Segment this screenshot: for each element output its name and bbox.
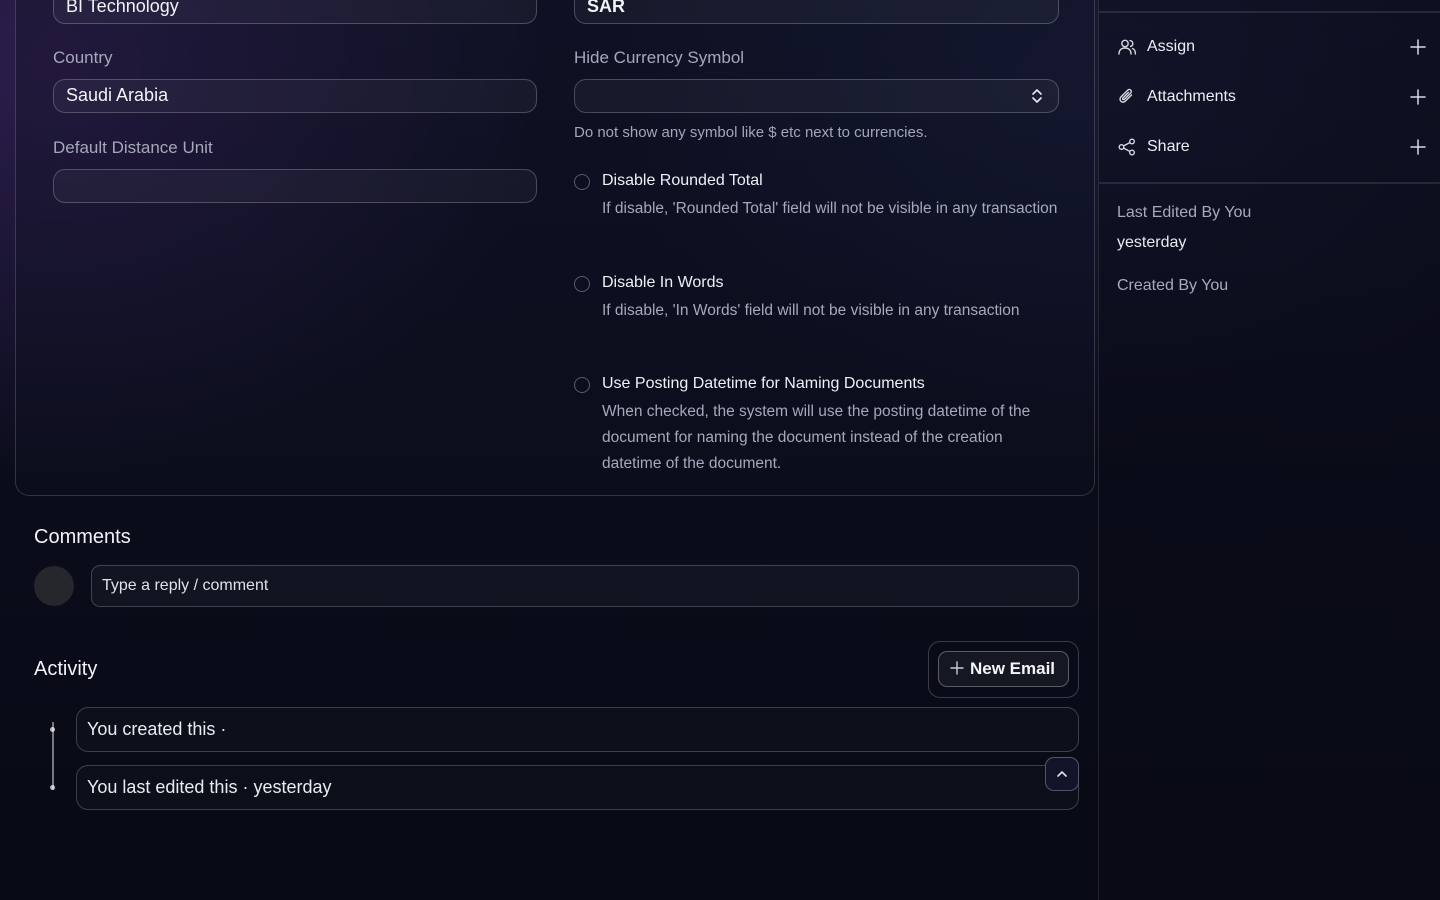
timeline-dot [50, 727, 55, 732]
sidebar-item-label: Share [1147, 138, 1190, 155]
new-email-button[interactable]: New Email [938, 651, 1069, 687]
activity-item: You created this · [76, 707, 1079, 752]
sidebar-divider [1099, 11, 1440, 13]
plus-icon [950, 661, 964, 675]
checkbox[interactable] [574, 377, 590, 393]
currency-value: SAR [587, 0, 626, 16]
checkbox-disable-in-words[interactable]: Disable In Words If disable, 'In Words' … [574, 274, 1064, 354]
country-field[interactable]: Saudi Arabia [53, 79, 537, 113]
checkbox[interactable] [574, 276, 590, 292]
share-icon [1118, 138, 1135, 156]
company-field[interactable]: BI Technology [53, 0, 537, 24]
paperclip-icon [1119, 88, 1133, 103]
chevron-up-icon [1057, 771, 1067, 777]
main-content: BI Technology SAR Country Saudi Arabia D… [0, 0, 1098, 900]
avatar [34, 566, 74, 606]
activity-text: You last edited this · yesterday [87, 777, 332, 797]
plus-icon[interactable] [1409, 138, 1427, 156]
checkbox-description: If disable, 'In Words' field will not be… [602, 302, 1020, 319]
checkbox-description: If disable, 'Rounded Total' field will n… [602, 200, 1058, 217]
sidebar-item-attachments[interactable]: Attachments [1117, 84, 1427, 110]
checkbox-title: Disable In Words [602, 274, 724, 291]
activity-title: Activity [34, 658, 98, 680]
activity-text: You created this · [87, 719, 227, 739]
user-icon [1118, 39, 1137, 55]
hide-currency-select[interactable] [574, 79, 1059, 113]
sidebar-item-assign[interactable]: Assign [1117, 34, 1427, 60]
comment-placeholder: Type a reply / comment [102, 577, 269, 594]
plus-icon[interactable] [1409, 38, 1427, 56]
plus-icon[interactable] [1409, 88, 1427, 106]
sidebar-item-label: Attachments [1147, 88, 1236, 105]
checkbox-description: When checked, the system will use the po… [602, 403, 1031, 472]
last-edited-value: yesterday [1117, 234, 1187, 251]
sidebar-item-share[interactable]: Share [1117, 134, 1427, 160]
hide-currency-help: Do not show any symbol like $ etc next t… [574, 124, 928, 141]
hide-currency-label: Hide Currency Symbol [574, 48, 745, 67]
new-email-button-wrapper: New Email [928, 641, 1079, 698]
currency-field[interactable]: SAR [574, 0, 1059, 24]
country-label: Country [53, 48, 113, 67]
new-email-label: New Email [970, 659, 1056, 678]
checkbox-disable-rounded-total[interactable]: Disable Rounded Total If disable, 'Round… [574, 172, 1064, 252]
comment-input[interactable]: Type a reply / comment [91, 565, 1079, 607]
sidebar-divider [1099, 182, 1440, 184]
checkbox[interactable] [574, 174, 590, 190]
created-label: Created By You [1117, 277, 1229, 294]
activity-item: You last edited this · yesterday [76, 765, 1079, 810]
company-value: BI Technology [66, 0, 179, 16]
timeline-dot [50, 785, 55, 790]
checkbox-title: Use Posting Datetime for Naming Document… [602, 375, 925, 392]
distance-unit-label: Default Distance Unit [53, 138, 213, 157]
distance-unit-field[interactable] [53, 169, 537, 203]
collapse-button[interactable] [1045, 757, 1079, 791]
checkbox-posting-datetime[interactable]: Use Posting Datetime for Naming Document… [574, 375, 1064, 479]
sidebar-item-label: Assign [1147, 38, 1196, 55]
last-edited-label: Last Edited By You [1117, 204, 1252, 221]
sidebar: Assign Attachments Share Last Edited By … [1098, 0, 1440, 900]
checkbox-title: Disable Rounded Total [602, 172, 763, 189]
timeline-line [52, 722, 54, 790]
select-caret-icon [1032, 89, 1042, 103]
country-value: Saudi Arabia [66, 85, 169, 105]
comments-title: Comments [34, 526, 131, 548]
